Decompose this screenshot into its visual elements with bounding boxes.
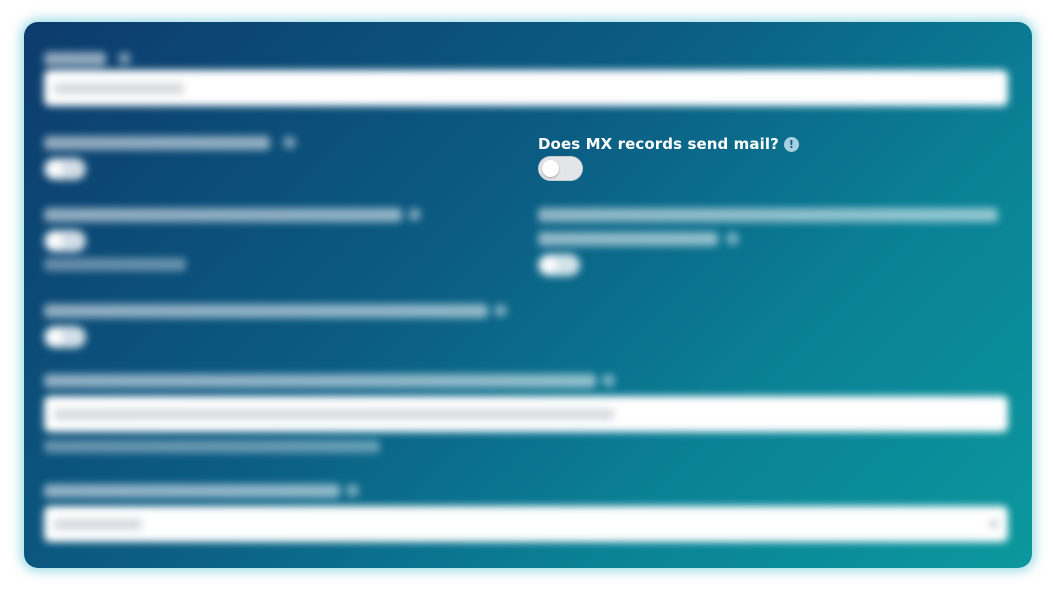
- mx-send-mail-label: Does MX records send mail?: [538, 135, 779, 153]
- info-icon: [118, 52, 131, 65]
- info-icon[interactable]: !: [783, 136, 799, 152]
- field-label: [538, 208, 998, 222]
- toggle-knob: [542, 160, 559, 177]
- field-hint: [44, 440, 380, 453]
- blurred-form-fields: [24, 22, 1032, 568]
- info-icon: [283, 136, 296, 149]
- chevron-down-icon: [990, 520, 998, 528]
- field-label: [44, 136, 270, 150]
- field-label: [538, 232, 718, 246]
- form-card: Does MX records send mail? !: [24, 22, 1032, 568]
- info-icon: [408, 208, 421, 221]
- info-icon: [726, 232, 739, 245]
- field-label: [44, 52, 106, 66]
- toggle-switch[interactable]: [44, 230, 86, 252]
- info-icon: [346, 484, 359, 497]
- info-icon: [602, 374, 615, 387]
- field-label: [44, 208, 402, 222]
- field-label: [44, 304, 488, 318]
- text-input[interactable]: [44, 396, 1008, 432]
- field-label: [44, 484, 340, 498]
- toggle-switch[interactable]: [538, 254, 580, 276]
- info-icon: [494, 304, 507, 317]
- select-dropdown[interactable]: [44, 506, 1008, 542]
- toggle-switch[interactable]: [44, 326, 86, 348]
- toggle-switch[interactable]: [44, 158, 86, 180]
- mx-send-mail-field: Does MX records send mail? !: [538, 134, 799, 154]
- field-hint: [44, 258, 186, 271]
- mx-send-mail-toggle[interactable]: [538, 156, 583, 181]
- field-label: [44, 374, 596, 388]
- text-input[interactable]: [44, 70, 1008, 106]
